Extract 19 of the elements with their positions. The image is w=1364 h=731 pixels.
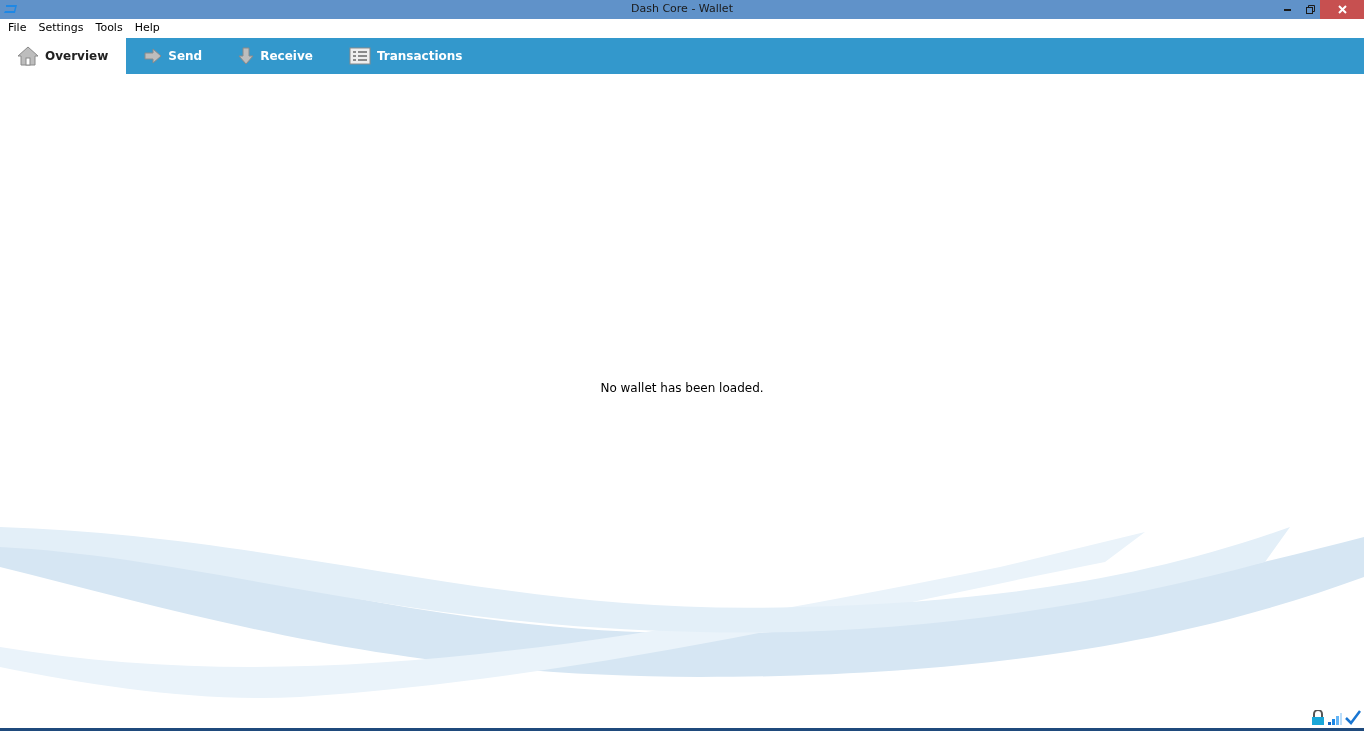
signal-bars-icon [1328, 713, 1342, 725]
right-arrow-icon [144, 48, 163, 64]
tab[interactable]: Overview [0, 38, 127, 74]
padlock-icon [1311, 710, 1325, 725]
close-icon [1337, 5, 1347, 14]
window-title: Dash Core - Wallet [631, 1, 733, 18]
down-arrow-icon [238, 47, 255, 65]
checkmark-icon [1345, 710, 1361, 725]
no-wallet-message: No wallet has been loaded. [600, 380, 764, 397]
app-logo-icon [3, 4, 19, 14]
minimize-icon [1283, 8, 1291, 11]
menu-item[interactable]: Help [128, 20, 166, 37]
menu-item[interactable]: Settings [32, 20, 90, 37]
list-icon [348, 47, 371, 65]
menu-item[interactable]: Tools [89, 20, 129, 37]
house-icon [17, 46, 39, 66]
restore-icon [1305, 5, 1315, 14]
close-button[interactable] [1320, 0, 1364, 19]
menu-item[interactable]: File [2, 20, 33, 37]
